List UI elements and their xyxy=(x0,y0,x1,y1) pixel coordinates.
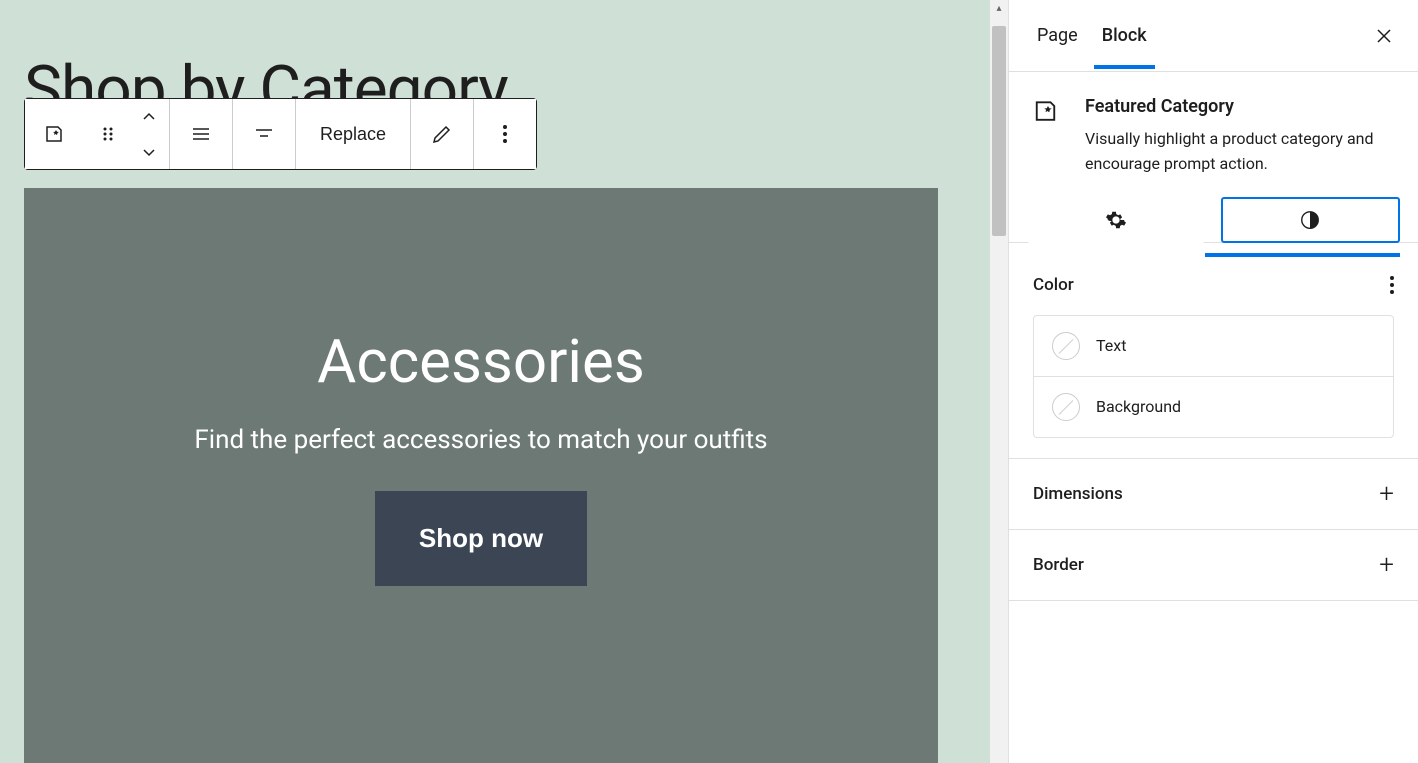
more-options-button[interactable] xyxy=(474,99,536,169)
panel-dimensions-title: Dimensions xyxy=(1033,484,1123,504)
color-text[interactable]: Text xyxy=(1034,316,1393,376)
editor-canvas[interactable]: Shop by Category xyxy=(0,0,1008,763)
panel-dimensions-header[interactable]: Dimensions + xyxy=(1009,459,1418,529)
featured-title[interactable]: Accessories xyxy=(317,326,645,397)
color-background-label: Background xyxy=(1096,397,1181,416)
panel-border-title: Border xyxy=(1033,555,1084,575)
styles-tab[interactable] xyxy=(1221,197,1401,243)
block-summary: Visually highlight a product category an… xyxy=(1085,127,1394,177)
close-sidebar-button[interactable] xyxy=(1366,18,1402,54)
panel-border-header[interactable]: Border + xyxy=(1009,530,1418,600)
scroll-thumb[interactable] xyxy=(992,26,1006,236)
dots-vertical-icon xyxy=(503,125,507,143)
block-name: Featured Category xyxy=(1085,96,1394,117)
dots-vertical-icon xyxy=(1390,276,1394,294)
color-list: Text Background xyxy=(1033,315,1394,438)
align-button[interactable] xyxy=(170,99,232,169)
replace-button[interactable]: Replace xyxy=(296,99,410,169)
canvas-scrollbar[interactable]: ▴ xyxy=(990,0,1008,763)
chevron-up-icon xyxy=(137,105,161,129)
shop-now-button[interactable]: Shop now xyxy=(375,491,587,586)
block-toolbar: Replace xyxy=(24,98,537,170)
panel-dimensions: Dimensions + xyxy=(1009,459,1418,530)
drag-handle[interactable] xyxy=(87,99,129,169)
panel-border: Border + xyxy=(1009,530,1418,601)
swatch-empty-icon xyxy=(1052,393,1080,421)
featured-category-icon xyxy=(1033,96,1067,177)
panel-color-title: Color xyxy=(1033,275,1074,295)
edit-button[interactable] xyxy=(411,99,473,169)
move-down-button[interactable] xyxy=(129,134,169,169)
move-up-button[interactable] xyxy=(129,99,169,134)
featured-category-icon xyxy=(44,122,68,146)
plus-icon: + xyxy=(1379,479,1394,509)
plus-icon: + xyxy=(1379,550,1394,580)
tab-block[interactable]: Block xyxy=(1090,3,1159,68)
color-text-label: Text xyxy=(1096,336,1126,355)
styles-icon xyxy=(1299,209,1321,231)
drag-icon xyxy=(96,122,120,146)
vertical-align-button[interactable] xyxy=(233,99,295,169)
gear-icon xyxy=(1105,209,1127,231)
sidebar-tabs: Page Block xyxy=(1009,0,1418,72)
settings-sidebar: Page Block Featured Category Visually hi… xyxy=(1008,0,1418,763)
block-mover xyxy=(129,99,169,169)
settings-tab[interactable] xyxy=(1027,197,1205,243)
panel-color-header[interactable]: Color xyxy=(1009,255,1418,315)
tab-page[interactable]: Page xyxy=(1025,3,1090,68)
swatch-empty-icon xyxy=(1052,332,1080,360)
pencil-icon xyxy=(430,122,454,146)
scroll-up-icon: ▴ xyxy=(990,0,1008,16)
chevron-down-icon xyxy=(137,140,161,164)
align-icon xyxy=(189,122,213,146)
close-icon xyxy=(1372,24,1396,48)
color-background[interactable]: Background xyxy=(1034,376,1393,437)
block-description: Featured Category Visually highlight a p… xyxy=(1009,72,1418,197)
panel-color: Color Text Background xyxy=(1009,255,1418,459)
block-type-button[interactable] xyxy=(25,99,87,169)
featured-category-block[interactable]: Accessories Find the perfect accessories… xyxy=(24,188,938,763)
featured-description[interactable]: Find the perfect accessories to match yo… xyxy=(194,425,767,455)
settings-style-tabs xyxy=(1009,197,1418,243)
align-center-icon xyxy=(252,122,276,146)
color-options-button[interactable] xyxy=(1390,276,1394,294)
